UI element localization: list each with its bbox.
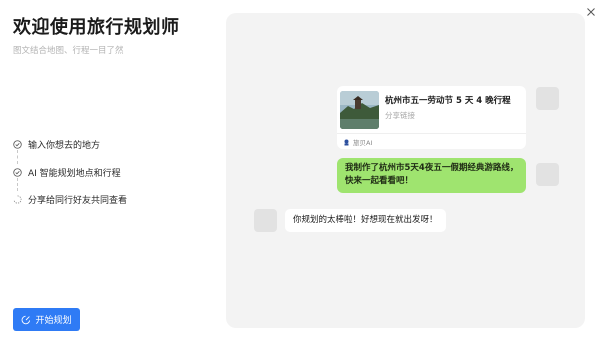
avatar [254,209,277,232]
share-card: 杭州市五一劳动节 5 天 4 晚行程 分享链接 旅贝AI [337,86,526,149]
check-circle-icon [13,168,22,177]
page-title: 欢迎使用旅行规划师 [13,17,180,38]
divider [337,133,526,134]
card-thumbnail [340,91,379,129]
start-planning-button[interactable]: 开始规划 [13,308,80,331]
card-title: 杭州市五一劳动节 5 天 4 晚行程 [385,96,511,106]
step-ai-planning: AI 智能规划地点和行程 [13,166,121,179]
close-icon[interactable] [585,3,597,16]
step-input-destination: 输入你想去的地方 [13,138,100,151]
card-footer-label: 旅贝AI [353,139,373,147]
step-label: 输入你想去的地方 [28,141,101,151]
card-footer: 旅贝AI [343,137,372,147]
user-message-bubble: 我制作了杭州市5天4夜五一假期经典游路线， 快来一起看看吧！ [337,158,526,193]
reply-message-bubble: 你规划的太棒啦！好想现在就出发呀！ [285,209,446,232]
step-label: 分享给同行好友共同查看 [28,196,128,206]
step-connector [17,150,18,164]
avatar [536,87,559,110]
message-line: 快来一起看看吧！ [345,176,414,186]
app-logo-icon [343,139,350,146]
loading-icon [13,195,22,204]
start-planning-label: 开始规划 [35,316,72,326]
step-share: 分享给同行好友共同查看 [13,193,127,206]
check-circle-icon [13,140,22,149]
card-subtitle: 分享链接 [385,111,415,120]
avatar [536,163,559,186]
message-line: 我制作了杭州市5天4夜五一假期经典游路线， [345,163,519,173]
step-label: AI 智能规划地点和行程 [28,169,121,179]
edit-icon [21,315,31,325]
chat-preview-panel: 杭州市五一劳动节 5 天 4 晚行程 分享链接 旅贝AI 我制作了杭州市5天4夜… [226,13,585,328]
step-connector [17,178,18,191]
page-subtitle: 图文结合地图、行程一目了然 [13,46,124,56]
